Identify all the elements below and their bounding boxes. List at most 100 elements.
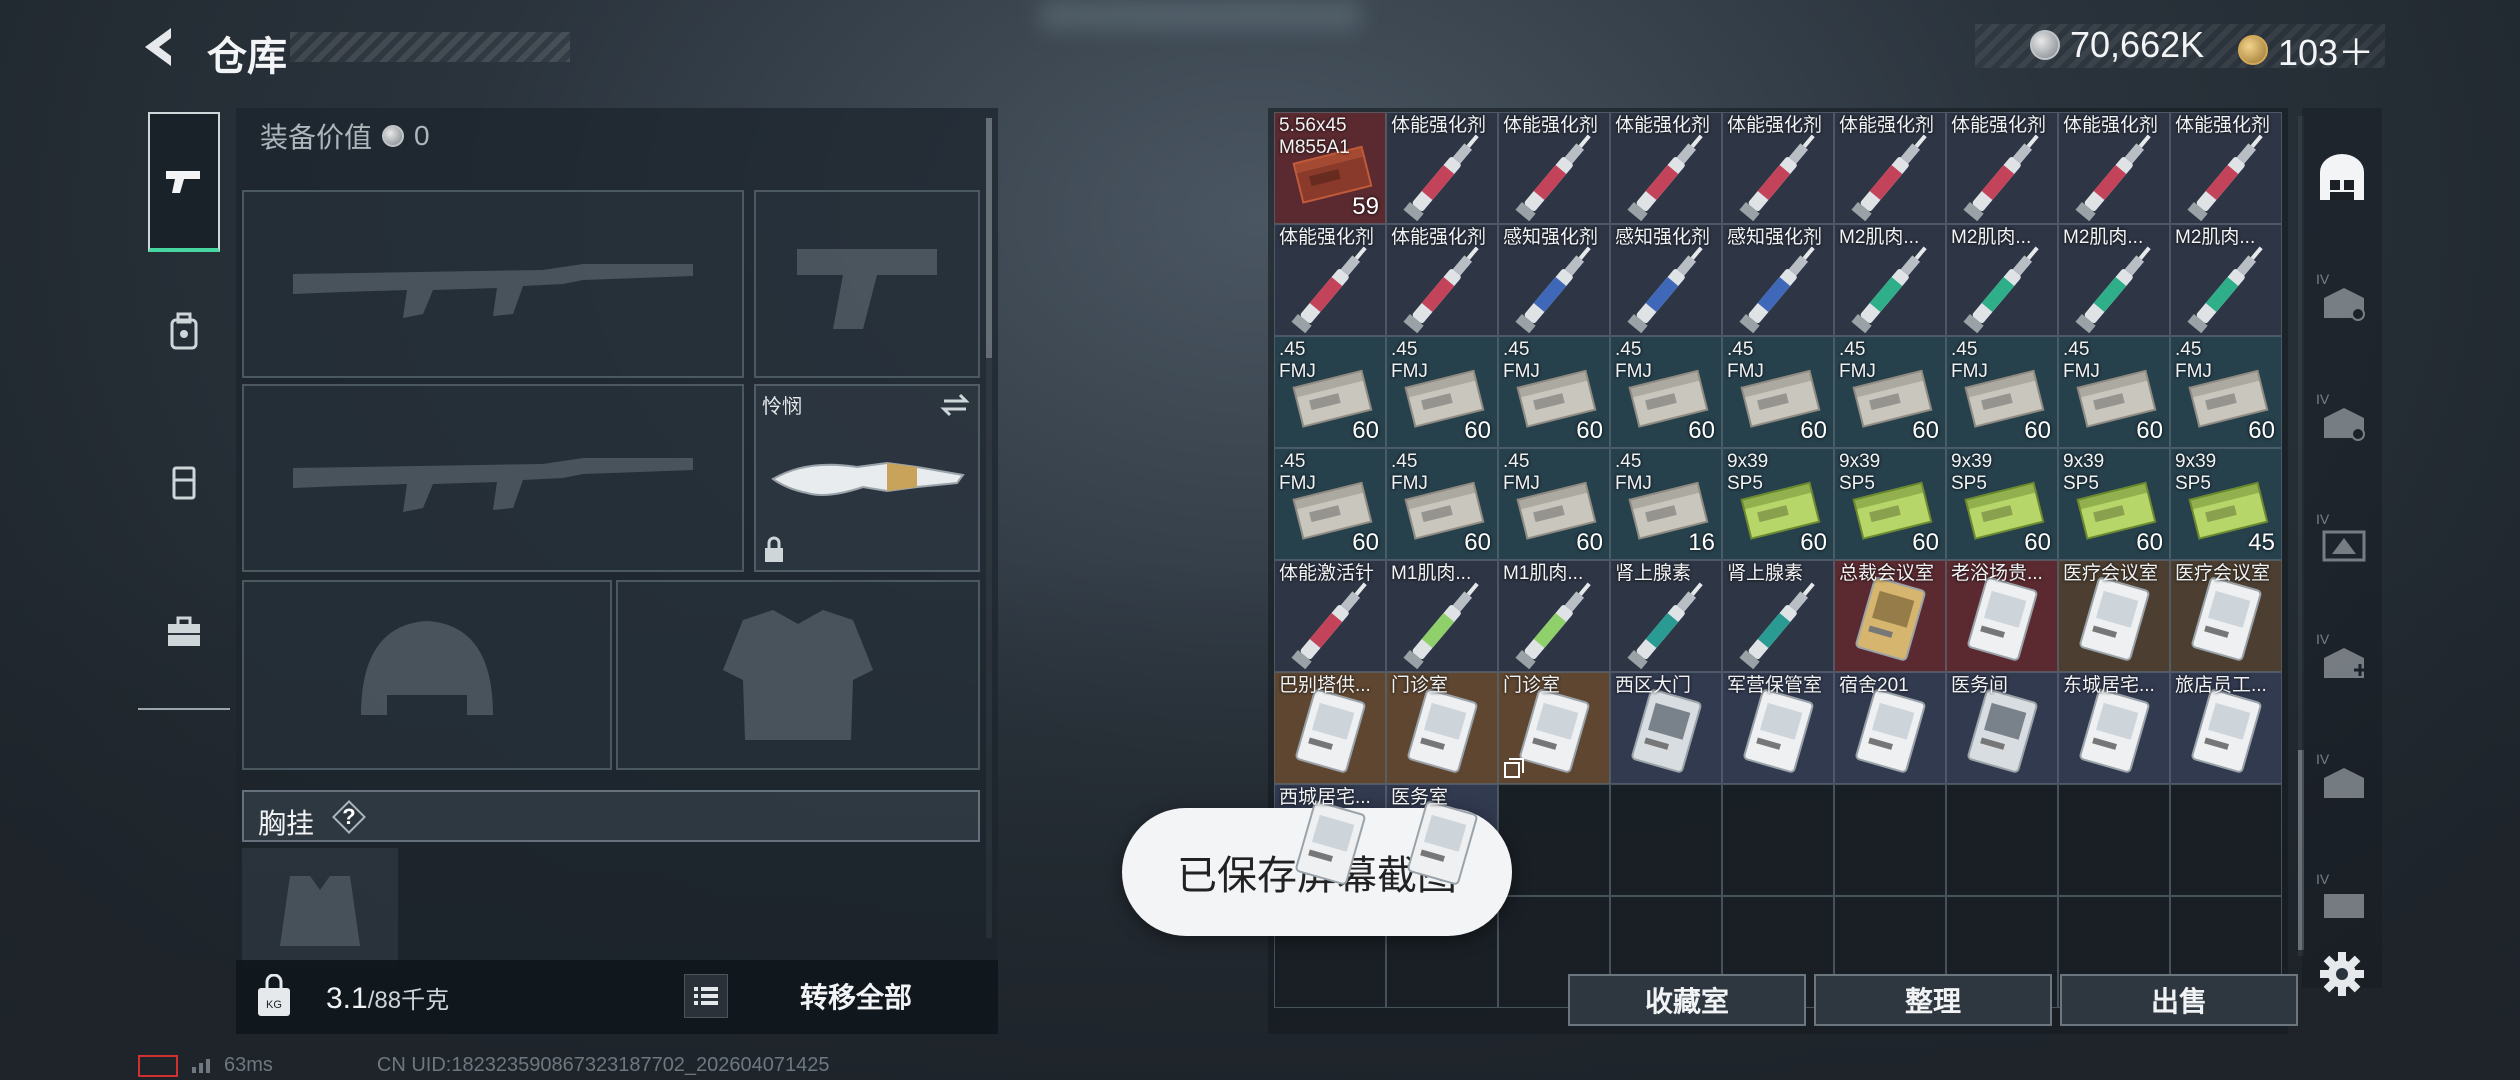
storage-item[interactable]: 体能强化剂 <box>1722 112 1834 224</box>
sell-button[interactable]: 出售 <box>2060 974 2298 1026</box>
tab-warehouse-5[interactable]: IV <box>2314 630 2370 686</box>
melee-slot[interactable]: 怜悯 <box>754 384 980 572</box>
storage-item[interactable]: 西城居宅... <box>1274 784 1386 896</box>
rifle-silhouette-icon <box>293 458 693 512</box>
equipment-scrollbar-thumb[interactable] <box>986 118 992 358</box>
storage-item[interactable]: 体能强化剂 <box>1386 112 1498 224</box>
item-name: .45 FMJ <box>2175 339 2212 382</box>
secondary-weapon-slot[interactable] <box>242 384 744 572</box>
storage-item[interactable]: 9x39 SP5 45 <box>2170 448 2282 560</box>
storage-item[interactable]: 西区大门 <box>1610 672 1722 784</box>
storage-item[interactable]: 宿舍201 <box>1834 672 1946 784</box>
storage-item[interactable]: 体能强化剂 <box>1274 224 1386 336</box>
helmet-slot[interactable] <box>242 580 612 770</box>
help-icon[interactable]: ? <box>332 800 366 834</box>
storage-item[interactable]: 感知强化剂 <box>1498 224 1610 336</box>
storage-item[interactable]: .45 FMJ 60 <box>1498 448 1610 560</box>
storage-item[interactable]: 巴别塔供... <box>1274 672 1386 784</box>
storage-item[interactable]: M2肌肉... <box>2058 224 2170 336</box>
tab-warehouse-3[interactable]: IV <box>2314 390 2370 446</box>
storage-item[interactable]: 体能激活针 <box>1274 560 1386 672</box>
storage-item[interactable]: .45 FMJ 60 <box>1946 336 2058 448</box>
tab-warehouse-6[interactable]: IV <box>2314 750 2370 806</box>
storage-item[interactable]: .45 FMJ 60 <box>2058 336 2170 448</box>
weight-readout: 3.1/88千克 <box>326 980 449 1016</box>
storage-item[interactable]: 体能强化剂 <box>1946 112 2058 224</box>
storage-item[interactable]: 9x39 SP5 60 <box>1722 448 1834 560</box>
storage-item[interactable]: 东城居宅... <box>2058 672 2170 784</box>
item-name: 巴别塔供... <box>1279 675 1371 696</box>
storage-item[interactable]: 感知强化剂 <box>1610 224 1722 336</box>
storage-item[interactable]: M1肌肉... <box>1498 560 1610 672</box>
tab-pouch[interactable] <box>148 412 220 552</box>
list-view-button[interactable] <box>684 974 728 1018</box>
transfer-all-button[interactable]: 转移全部 <box>756 974 956 1018</box>
storage-item[interactable]: 9x39 SP5 60 <box>1946 448 2058 560</box>
item-name: 总裁会议室 <box>1839 563 1935 584</box>
storage-item[interactable]: 门诊室 <box>1498 672 1610 784</box>
collection-room-button[interactable]: 收藏室 <box>1568 974 1806 1026</box>
storage-item[interactable]: 体能强化剂 <box>1386 224 1498 336</box>
storage-item[interactable]: 肾上腺素 <box>1722 560 1834 672</box>
silver-currency[interactable]: 70,662K <box>2030 24 2204 66</box>
item-name: 体能强化剂 <box>1503 115 1599 136</box>
armor-slot[interactable] <box>616 580 980 770</box>
item-name: M2肌肉... <box>2175 227 2256 248</box>
storage-item[interactable]: M2肌肉... <box>1946 224 2058 336</box>
storage-item[interactable]: 门诊室 <box>1386 672 1498 784</box>
tab-warehouse-4[interactable]: IV <box>2314 510 2370 566</box>
storage-item[interactable]: .45 FMJ 60 <box>1498 336 1610 448</box>
storage-item[interactable]: 5.56x45 M855A1 59 <box>1274 112 1386 224</box>
storage-item[interactable]: 医疗会议室 <box>2170 560 2282 672</box>
item-name: 医务室 <box>1391 787 1449 808</box>
storage-item[interactable]: 肾上腺素 <box>1610 560 1722 672</box>
storage-item[interactable]: 体能强化剂 <box>2058 112 2170 224</box>
chest-rig-slot[interactable] <box>242 848 398 968</box>
back-arrow-icon <box>145 28 171 66</box>
empty-slot <box>1722 784 1834 896</box>
sidearm-slot[interactable] <box>754 190 980 378</box>
settings-button[interactable] <box>2318 950 2366 998</box>
storage-item[interactable]: 旅店员工... <box>2170 672 2282 784</box>
storage-item[interactable]: 9x39 SP5 60 <box>1834 448 1946 560</box>
back-button[interactable] <box>135 22 185 72</box>
storage-item[interactable]: .45 FMJ 16 <box>1610 448 1722 560</box>
storage-item[interactable]: 总裁会议室 <box>1834 560 1946 672</box>
tab-warehouse-main[interactable] <box>2314 150 2370 206</box>
storage-item[interactable]: 医务间 <box>1946 672 2058 784</box>
tab-toolbox[interactable] <box>148 562 220 702</box>
storage-item[interactable]: M2肌肉... <box>2170 224 2282 336</box>
storage-item[interactable]: 体能强化剂 <box>1834 112 1946 224</box>
swap-icon[interactable] <box>940 392 970 418</box>
storage-item[interactable]: .45 FMJ 60 <box>2170 336 2282 448</box>
gold-currency[interactable]: 103＋ <box>2238 24 2374 76</box>
storage-item[interactable]: 医疗会议室 <box>2058 560 2170 672</box>
storage-item[interactable]: 老浴场贵... <box>1946 560 2058 672</box>
weight-max: /88千克 <box>367 987 450 1014</box>
storage-item[interactable]: .45 FMJ 60 <box>1834 336 1946 448</box>
storage-item[interactable]: 体能强化剂 <box>1610 112 1722 224</box>
tab-warehouse-2[interactable]: IV <box>2314 270 2370 326</box>
item-count: 59 <box>1352 193 1379 220</box>
warehouse-icon: IV <box>2316 871 2364 918</box>
storage-item[interactable]: 医务室 <box>1386 784 1498 896</box>
tab-warehouse-7[interactable]: IV <box>2314 870 2370 926</box>
storage-item[interactable]: 军营保管室 <box>1722 672 1834 784</box>
storage-item[interactable]: 体能强化剂 <box>1498 112 1610 224</box>
storage-item[interactable]: .45 FMJ 60 <box>1722 336 1834 448</box>
storage-item[interactable]: .45 FMJ 60 <box>1274 448 1386 560</box>
storage-item[interactable]: .45 FMJ 60 <box>1386 336 1498 448</box>
storage-item[interactable]: 9x39 SP5 60 <box>2058 448 2170 560</box>
equipment-panel: 装备价值 0 怜悯 胸挂 ? KG 3.1/88千克 转移全部 <box>236 108 998 1034</box>
storage-item[interactable]: 体能强化剂 <box>2170 112 2282 224</box>
storage-item[interactable]: .45 FMJ 60 <box>1274 336 1386 448</box>
organize-button[interactable]: 整理 <box>1814 974 2052 1026</box>
storage-item[interactable]: .45 FMJ 60 <box>1386 448 1498 560</box>
storage-item[interactable]: 感知强化剂 <box>1722 224 1834 336</box>
storage-item[interactable]: .45 FMJ 60 <box>1610 336 1722 448</box>
storage-item[interactable]: M2肌肉... <box>1834 224 1946 336</box>
tab-weapons[interactable] <box>148 112 220 252</box>
storage-item[interactable]: M1肌肉... <box>1386 560 1498 672</box>
primary-weapon-slot[interactable] <box>242 190 744 378</box>
tab-equipment[interactable] <box>148 262 220 402</box>
